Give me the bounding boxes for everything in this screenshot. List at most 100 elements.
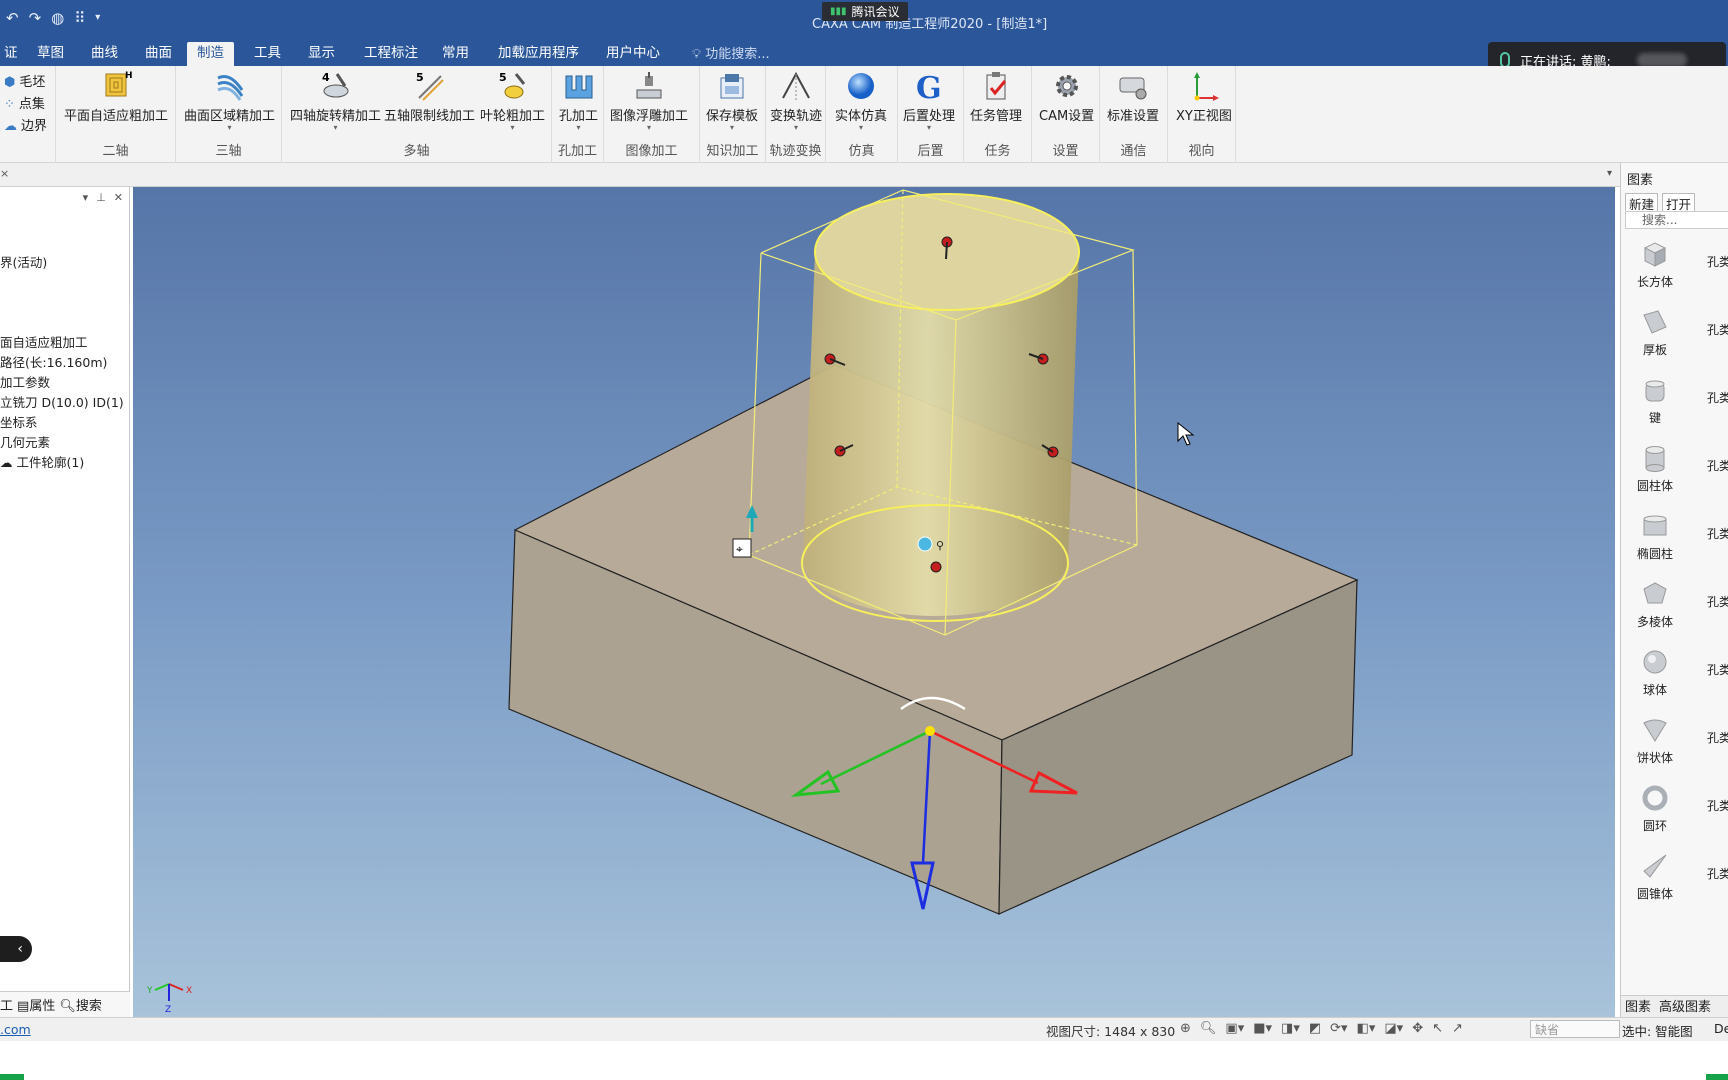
task-manager-button[interactable]: 任务管理 bbox=[970, 70, 1022, 124]
tree-item[interactable]: 面自适应粗加工 bbox=[0, 333, 124, 353]
tab-machining[interactable]: 工 bbox=[0, 995, 13, 1014]
tree-item[interactable]: 加工参数 bbox=[0, 373, 124, 393]
tab-apps[interactable]: 加载应用程序 bbox=[488, 42, 589, 66]
ribbon-group-view: XY正视图 视向 bbox=[1168, 66, 1236, 163]
library-item-hole-type[interactable]: 孔类 bbox=[1707, 321, 1728, 338]
library-item-hole-type[interactable]: 孔类 bbox=[1707, 865, 1728, 882]
item-label: 圆锥体 bbox=[1636, 887, 1673, 901]
zoom-icon[interactable]: ⊕ bbox=[1180, 1021, 1191, 1036]
library-item-hole-type[interactable]: 孔类 bbox=[1707, 525, 1728, 542]
tree-item[interactable]: 立铣刀 D(10.0) ID(1) bbox=[0, 393, 124, 413]
transform-path-button[interactable]: 变换轨迹 ▾ bbox=[770, 70, 822, 132]
tab-advanced-elements[interactable]: 高级图素 bbox=[1659, 996, 1711, 1017]
save-template-button[interactable]: 保存模板 ▾ bbox=[706, 70, 758, 132]
library-item-hole-type[interactable]: 孔类 bbox=[1707, 729, 1728, 746]
xy-front-view-button[interactable]: XY正视图 bbox=[1176, 70, 1232, 124]
tree-item-workpiece[interactable]: ☁ 工件轮廓(1) bbox=[0, 453, 124, 473]
pick-icon[interactable]: ↗ bbox=[1452, 1021, 1463, 1036]
library-item-cone[interactable]: 圆锥体 bbox=[1625, 851, 1685, 902]
tab-surface[interactable]: 曲面 bbox=[135, 42, 182, 66]
library-item-hole-type[interactable]: 孔类 bbox=[1707, 593, 1728, 610]
tab-display[interactable]: 显示 bbox=[298, 42, 345, 66]
impeller-rough-button[interactable]: 5 叶轮粗加工 ▾ bbox=[480, 70, 545, 132]
library-item-pie[interactable]: 饼状体 bbox=[1625, 715, 1685, 766]
chevron-down-icon[interactable]: ▾ bbox=[83, 191, 89, 204]
redo-icon[interactable]: ↷ bbox=[29, 9, 42, 27]
library-item-hole-type[interactable]: 孔类 bbox=[1707, 389, 1728, 406]
shade-icon[interactable]: ■▾ bbox=[1253, 1021, 1272, 1036]
cube-view-icon[interactable]: ◧▾ bbox=[1357, 1021, 1376, 1036]
surface-region-finish-button[interactable]: 曲面区域精加工 ▾ bbox=[184, 70, 275, 132]
tab-search[interactable]: 🔍︎搜索 bbox=[59, 995, 102, 1014]
undo-icon[interactable]: ↶ bbox=[6, 9, 19, 27]
planar-adaptive-rough-button[interactable]: H 平面自适应粗加工 bbox=[64, 70, 168, 124]
sphere-icon[interactable]: ◍ bbox=[51, 9, 64, 27]
group-label-view: 视向 bbox=[1188, 144, 1215, 159]
prism-icon bbox=[1643, 582, 1667, 604]
tree-item[interactable]: 坐标系 bbox=[0, 413, 124, 433]
library-item-cylinder[interactable]: 圆柱体 bbox=[1625, 443, 1685, 494]
display-mode-icon[interactable]: ◩ bbox=[1309, 1021, 1321, 1036]
close-icon[interactable]: ✕ bbox=[114, 191, 123, 204]
tab-common[interactable]: 常用 bbox=[432, 42, 479, 66]
hole-machining-button[interactable]: 孔加工 ▾ bbox=[559, 70, 598, 132]
collapse-panel-button[interactable]: ‹ bbox=[0, 936, 32, 962]
library-item-plate[interactable]: 厚板 bbox=[1625, 307, 1685, 358]
solid-simulation-button[interactable]: 实体仿真 ▾ bbox=[835, 70, 887, 132]
item-label: 孔类 bbox=[1707, 731, 1728, 745]
four-axis-label: 四轴旋转精加工 bbox=[290, 109, 382, 124]
task-label: 任务管理 bbox=[970, 109, 1023, 124]
library-item-key[interactable]: 键 bbox=[1625, 375, 1685, 426]
ribbon-small-pointset[interactable]: ⁘ 点集 bbox=[4, 94, 47, 116]
dropdown-icon[interactable]: ▾ bbox=[95, 12, 100, 27]
standard-settings-button[interactable]: 标准设置 bbox=[1107, 70, 1159, 124]
tree-item[interactable]: 几何元素 bbox=[0, 433, 124, 453]
cam-settings-button[interactable]: CAM设置 bbox=[1039, 70, 1094, 124]
five-axis-limit-line-button[interactable]: 5 五轴限制线加工 bbox=[384, 70, 475, 124]
library-item-hole-type[interactable]: 孔类 bbox=[1707, 661, 1728, 678]
pin-icon[interactable]: ⊥ bbox=[96, 191, 106, 204]
pan-icon[interactable]: ✥ bbox=[1412, 1021, 1423, 1036]
customize-icon[interactable]: ⠿ bbox=[74, 9, 85, 27]
tab-elements[interactable]: 图素 bbox=[1625, 996, 1651, 1017]
close-doc-icon[interactable]: × bbox=[0, 167, 9, 180]
meeting-badge[interactable]: ▮▮▮ 腾讯会议 bbox=[822, 2, 908, 21]
image-relief-button[interactable]: 图像浮雕加工 ▾ bbox=[610, 70, 688, 132]
camera-icon[interactable]: ◪▾ bbox=[1384, 1021, 1403, 1036]
ribbon-group-comm: 标准设置 通信 bbox=[1100, 66, 1168, 163]
tab-properties[interactable]: ▤属性 bbox=[17, 995, 55, 1014]
four-axis-rotary-finish-button[interactable]: 4 四轴旋转精加工 ▾ bbox=[290, 70, 381, 132]
library-item-hole-type[interactable]: 孔类 bbox=[1707, 253, 1728, 270]
ribbon-small-boundary[interactable]: ☁ 边界 bbox=[4, 116, 47, 138]
section-icon[interactable]: ◨▾ bbox=[1281, 1021, 1300, 1036]
function-search[interactable]: 💡︎ 功能搜索... bbox=[692, 43, 770, 62]
tab-tools[interactable]: 工具 bbox=[244, 42, 291, 66]
selection-mode[interactable]: 选中: 智能图 bbox=[1622, 1021, 1693, 1040]
library-item-sphere[interactable]: 球体 bbox=[1625, 647, 1685, 698]
library-search-input[interactable]: 搜索... bbox=[1625, 211, 1728, 229]
post-process-button[interactable]: G 后置处理 ▾ bbox=[903, 70, 955, 132]
library-item-prism[interactable]: 多棱体 bbox=[1625, 579, 1685, 630]
library-item-torus[interactable]: 圆环 bbox=[1625, 783, 1685, 834]
tree-item[interactable]: 界(活动) bbox=[0, 253, 124, 273]
status-link[interactable]: .com bbox=[0, 1022, 31, 1037]
tab-sketch[interactable]: 草图 bbox=[27, 42, 74, 66]
tab-curve[interactable]: 曲线 bbox=[81, 42, 128, 66]
library-item-elliptic-cylinder[interactable]: 椭圆柱 bbox=[1625, 511, 1685, 562]
tab-user-center[interactable]: 用户中心 bbox=[596, 42, 670, 66]
ribbon-small-blank[interactable]: ⬢ 毛坯 bbox=[4, 72, 47, 94]
library-item-hole-type[interactable]: 孔类 bbox=[1707, 457, 1728, 474]
select-icon[interactable]: ↖ bbox=[1432, 1021, 1443, 1036]
tab-certify[interactable]: 证 bbox=[0, 42, 28, 66]
tab-manufacture[interactable]: 制造 bbox=[187, 42, 234, 66]
orbit-icon[interactable]: ⟳▾ bbox=[1330, 1021, 1347, 1036]
3d-viewport[interactable]: ⌖ ⚲ Y X Z bbox=[133, 187, 1615, 1017]
library-item-box[interactable]: 长方体 bbox=[1625, 239, 1685, 290]
library-item-hole-type[interactable]: 孔类 bbox=[1707, 797, 1728, 814]
filter-combo[interactable]: 缺省 bbox=[1530, 1020, 1620, 1038]
box-view-icon[interactable]: ▣▾ bbox=[1225, 1021, 1244, 1036]
tree-item[interactable]: 路径(长:16.160m) bbox=[0, 353, 124, 373]
tab-dropdown-icon[interactable]: ▾ bbox=[1607, 168, 1612, 179]
tab-annotation[interactable]: 工程标注 bbox=[354, 42, 428, 66]
zoom-window-icon[interactable]: 🔍︎ bbox=[1200, 1021, 1217, 1036]
